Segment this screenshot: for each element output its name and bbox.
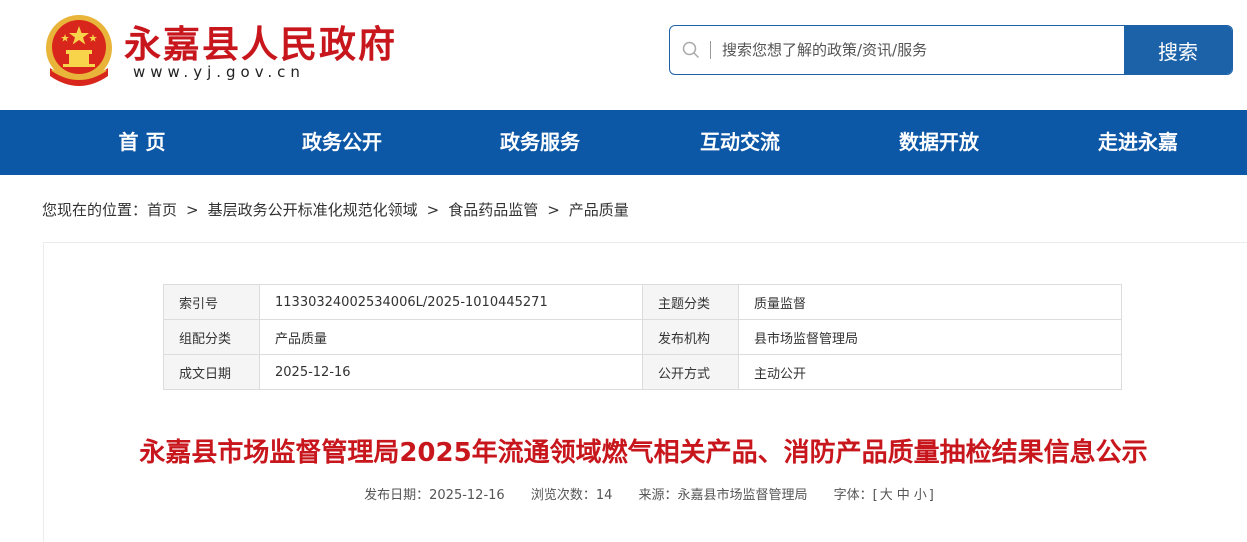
breadcrumb-item-food-drug[interactable]: 食品药品监管 [448, 199, 538, 220]
meta-key-date: 成文日期 [163, 354, 260, 390]
meta-value-date: 2025-12-16 [259, 354, 643, 390]
meta-value-disclosure: 主动公开 [738, 354, 1122, 390]
breadcrumb: 您现在的位置：首页 > 基层政务公开标准化规范化领域 > 食品药品监管 > 产品质量 [42, 199, 629, 220]
table-row: 索引号 11330324002534006L/2025-1010445271 主… [163, 284, 1122, 320]
nav-item-government-affairs[interactable]: 政务公开 [262, 110, 422, 175]
font-size-medium-button[interactable]: 中 [897, 488, 910, 503]
search-box: 搜索 [669, 25, 1233, 75]
article-title: 永嘉县市场监督管理局2025年流通领域燃气相关产品、消防产品质量抽检结果信息公示 [139, 438, 1148, 468]
document-meta-table: 索引号 11330324002534006L/2025-1010445271 主… [163, 284, 1122, 390]
meta-key-category: 组配分类 [163, 319, 260, 355]
site-header: 永嘉县人民政府 www.yj.gov.cn 搜索 [0, 0, 1247, 110]
breadcrumb-prefix: 您现在的位置： [42, 201, 148, 219]
national-emblem-icon [46, 15, 112, 86]
breadcrumb-item-product-quality[interactable]: 产品质量 [569, 199, 629, 220]
nav-item-government-services[interactable]: 政务服务 [460, 110, 620, 175]
font-size-controls: 字体：[大中小] [834, 488, 934, 503]
nav-item-open-data[interactable]: 数据开放 [859, 110, 1019, 175]
meta-key-disclosure: 公开方式 [642, 354, 739, 390]
meta-key-publisher: 发布机构 [642, 319, 739, 355]
font-size-small-button[interactable]: 小 [914, 488, 927, 503]
meta-value-category: 产品质量 [259, 319, 643, 355]
search-input[interactable] [722, 26, 1122, 74]
nav-item-interaction[interactable]: 互动交流 [660, 110, 820, 175]
table-row: 成文日期 2025-12-16 公开方式 主动公开 [163, 354, 1122, 390]
breadcrumb-separator: > [186, 201, 199, 219]
article-source: 来源：永嘉县市场监督管理局 [638, 488, 808, 503]
site-url[interactable]: www.yj.gov.cn [133, 63, 305, 81]
font-size-large-button[interactable]: 大 [880, 488, 893, 503]
publish-date: 发布日期：2025-12-16 [364, 488, 505, 503]
meta-key-index: 索引号 [163, 284, 260, 320]
breadcrumb-separator: > [426, 201, 440, 219]
nav-item-home[interactable]: 首 页 [62, 110, 222, 175]
view-count: 浏览次数：14 [530, 488, 613, 503]
meta-value-topic: 质量监督 [738, 284, 1122, 320]
table-row: 组配分类 产品质量 发布机构 县市场监督管理局 [163, 319, 1122, 355]
font-size-label: 字体：[ [833, 488, 878, 503]
breadcrumb-item-home[interactable]: 首页 [147, 199, 177, 220]
search-icon [682, 41, 700, 59]
breadcrumb-separator: > [547, 201, 560, 219]
search-divider [710, 41, 711, 59]
site-title[interactable]: 永嘉县人民政府 [124, 14, 397, 68]
nav-item-about-yongjia[interactable]: 走进永嘉 [1058, 110, 1218, 175]
search-button[interactable]: 搜索 [1124, 26, 1232, 74]
meta-value-index: 11330324002534006L/2025-1010445271 [259, 284, 643, 320]
meta-value-publisher: 县市场监督管理局 [738, 319, 1122, 355]
breadcrumb-item-grassroots[interactable]: 基层政务公开标准化规范化领域 [208, 199, 418, 220]
article-meta: 发布日期：2025-12-16 浏览次数：14 来源：永嘉县市场监督管理局 字体… [0, 484, 1247, 503]
meta-key-topic: 主题分类 [642, 284, 739, 320]
main-nav: 首 页 政务公开 政务服务 互动交流 数据开放 走进永嘉 [0, 110, 1247, 175]
font-size-close: ] [928, 488, 934, 503]
